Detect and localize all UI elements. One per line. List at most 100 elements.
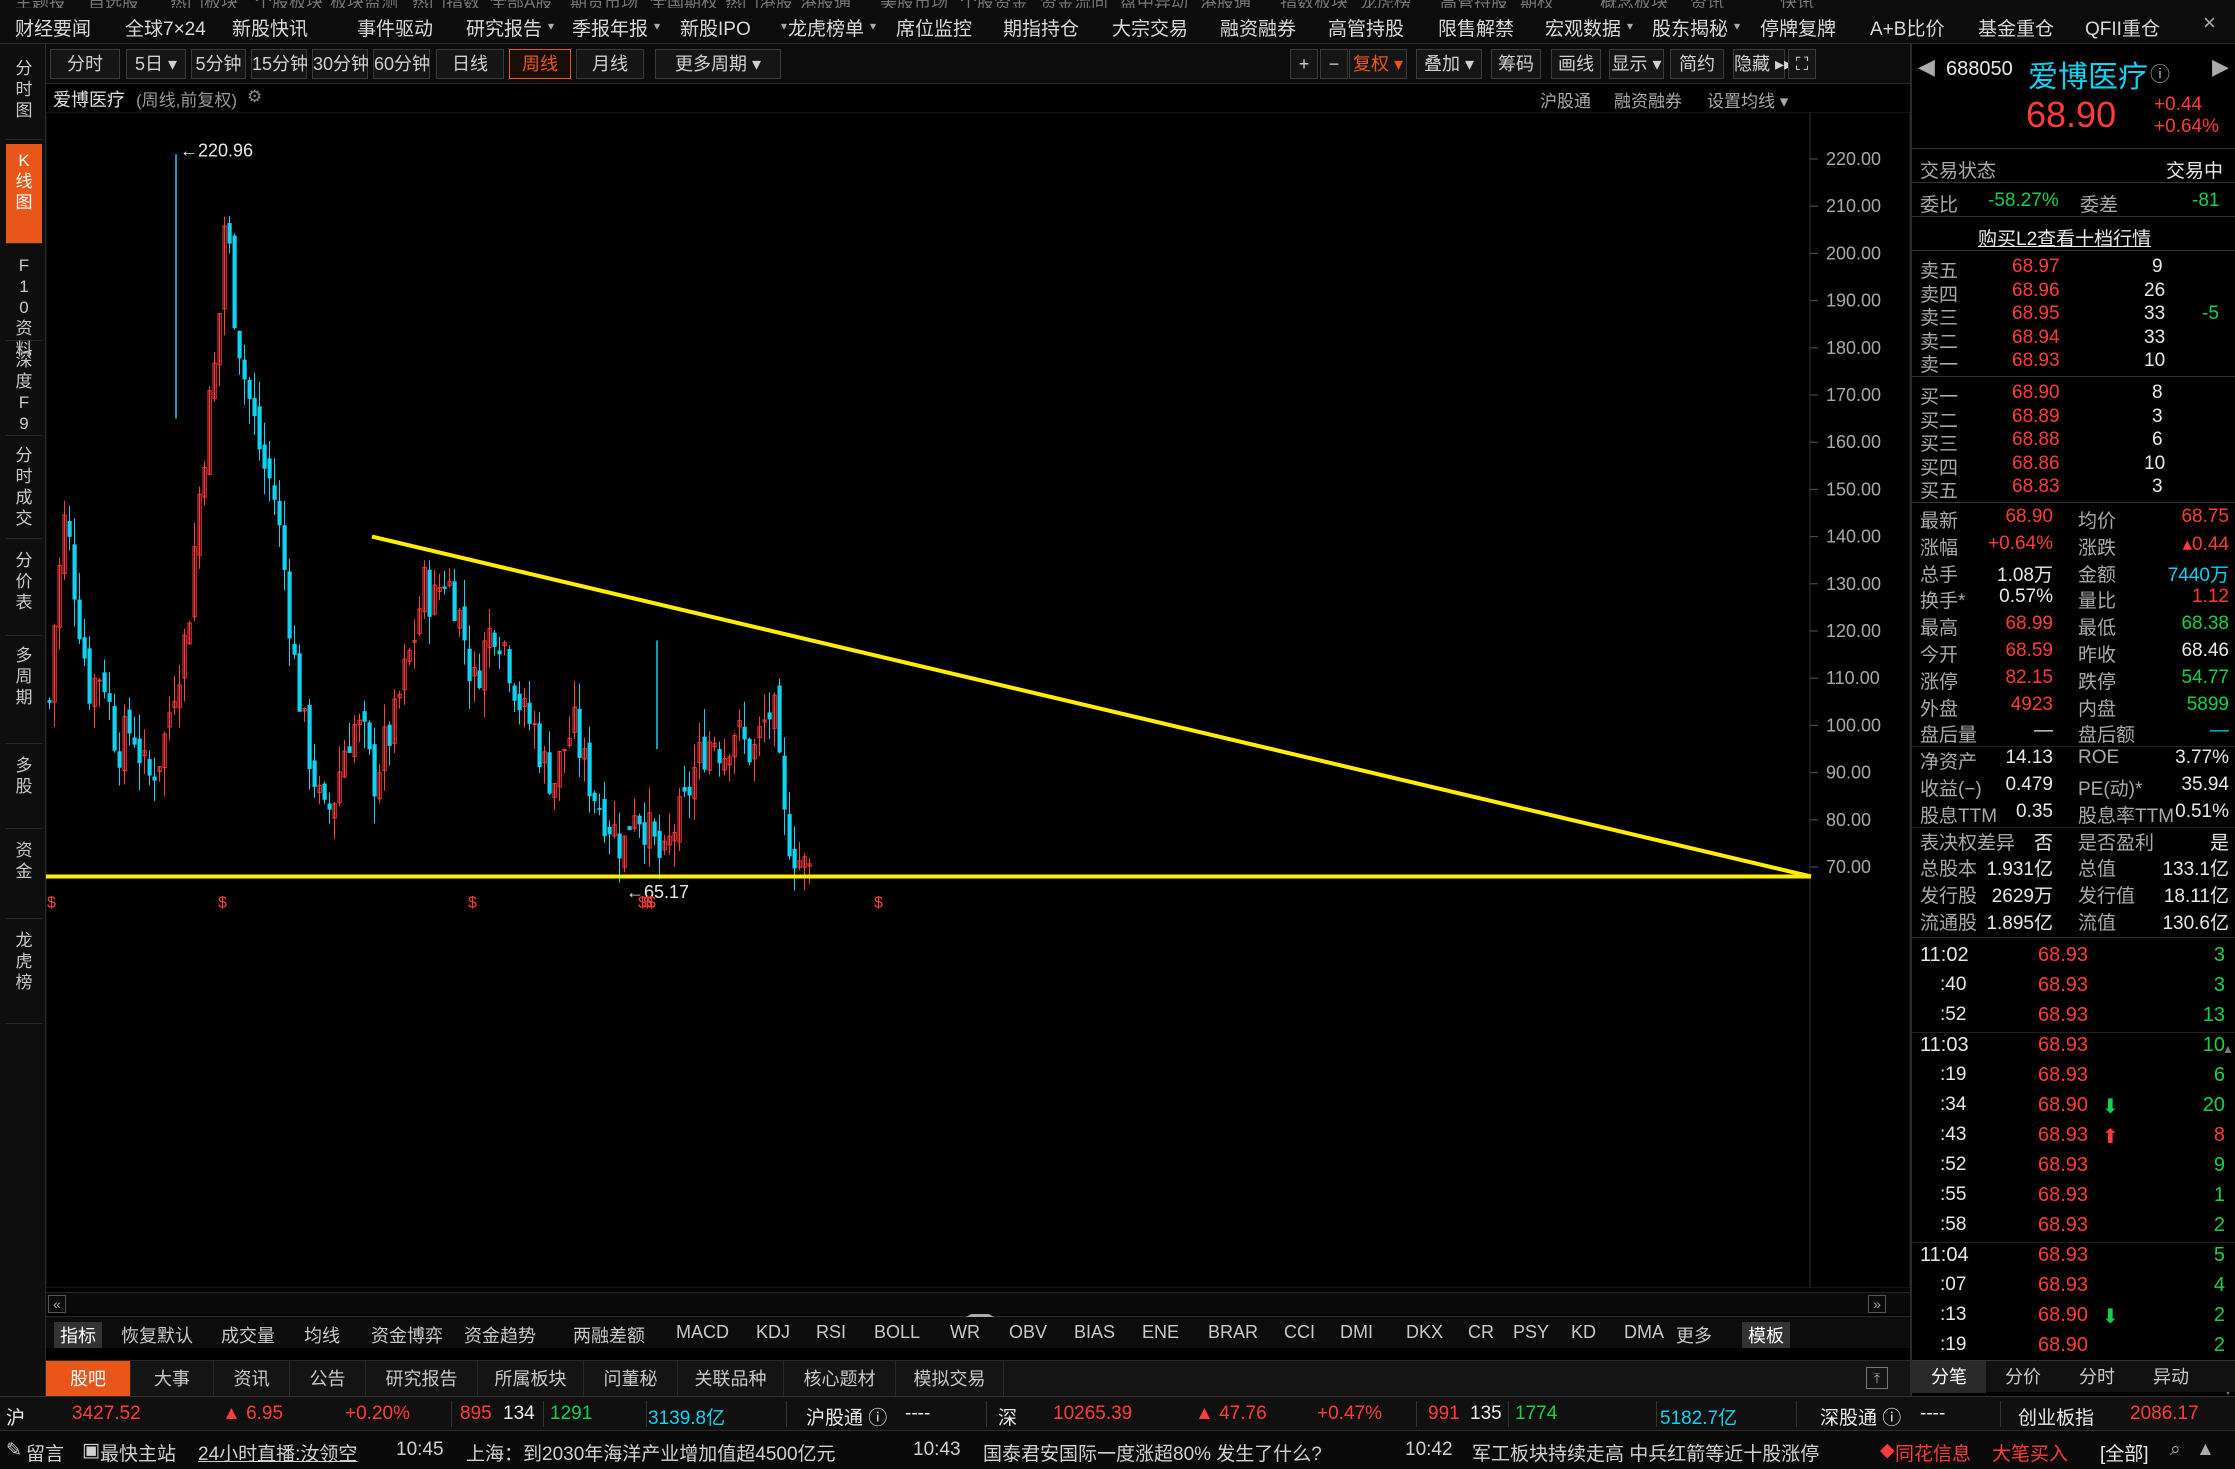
expand-arrow-icon[interactable]: ▲	[2196, 1439, 2215, 1461]
quote-tab[interactable]: 分笔	[1912, 1361, 1986, 1393]
chart-link[interactable]: 沪股通	[1540, 87, 1591, 112]
toolbar-btn[interactable]: 复权 ▾	[1349, 49, 1407, 79]
toolbar-btn[interactable]: +	[1290, 49, 1318, 79]
bottom-tab[interactable]: 问董秘	[584, 1361, 678, 1397]
top-menu-item[interactable]: 财经要闻	[15, 14, 91, 41]
scroll-up-icon[interactable]: ▲	[2222, 1042, 2234, 1056]
dividend-marker[interactable]: $	[643, 894, 652, 911]
left-tab-lhb[interactable]: 龙虎榜	[6, 924, 42, 1024]
left-tab-multi-period[interactable]: 多周期	[6, 639, 42, 744]
toolbar-btn[interactable]: ⛶	[1788, 49, 1816, 79]
toolbar-btn[interactable]: 简约	[1670, 49, 1724, 79]
quote-tab[interactable]: 异动	[2134, 1361, 2208, 1393]
index-sh-change[interactable]: ▲ 6.95	[222, 1403, 283, 1425]
period-tab[interactable]: 30分钟	[312, 49, 369, 79]
news-item[interactable]: 国泰君安国际一度涨超80% 发生了什么?	[983, 1439, 1322, 1466]
left-tab-multi-stock[interactable]: 多股	[6, 749, 42, 829]
indicator-tab[interactable]: 资金博弈	[371, 1322, 443, 1348]
top-menu-row0-item[interactable]: 美股市场	[880, 0, 948, 8]
bottom-tab[interactable]: 股吧	[46, 1361, 131, 1397]
indicator-tab[interactable]: DKX	[1406, 1322, 1443, 1343]
live-link[interactable]: 24小时直播:汝领空	[198, 1439, 357, 1466]
indicator-tab[interactable]: WR	[950, 1322, 980, 1343]
top-menu-row0-item[interactable]: 概念板块	[1600, 0, 1668, 8]
all-link[interactable]: [全部]	[2100, 1439, 2149, 1466]
chart-scrollbar[interactable]: «»	[46, 1292, 1910, 1314]
top-menu-row0-item[interactable]: 全部A股	[490, 0, 552, 8]
bottom-tab[interactable]: 所属板块	[478, 1361, 584, 1397]
indicator-tab[interactable]: BRAR	[1208, 1322, 1258, 1343]
indicator-tab[interactable]: KD	[1571, 1322, 1596, 1343]
index-hgt-value[interactable]: ----	[905, 1403, 930, 1425]
top-menu-row0-item[interactable]: 资讯	[1690, 0, 1724, 8]
top-menu-item[interactable]: 宏观数据	[1545, 14, 1621, 41]
top-menu-row0-item[interactable]: 指数板块	[1280, 0, 1348, 8]
search-icon[interactable]: ⌕	[2170, 1439, 2181, 1461]
message-link[interactable]: 留言	[26, 1439, 64, 1466]
indicator-tab[interactable]: 指标	[54, 1322, 102, 1348]
index-sz-pct[interactable]: +0.47%	[1317, 1403, 1382, 1425]
tonghua-info-link[interactable]: 同花信息	[1895, 1439, 1971, 1466]
top-menu-row0-item[interactable]: 快讯	[1780, 0, 1814, 8]
indicator-tab[interactable]: MACD	[676, 1322, 729, 1343]
index-cyb-value[interactable]: 2086.17	[2130, 1403, 2199, 1425]
resistance-trendline[interactable]	[371, 534, 1812, 879]
index-sz-up[interactable]: 991	[1428, 1403, 1460, 1425]
period-tab[interactable]: 日线	[436, 49, 504, 79]
toolbar-btn[interactable]: 画线	[1551, 49, 1601, 79]
top-menu-item[interactable]: 融资融券	[1220, 14, 1296, 41]
top-menu-item[interactable]: 事件驱动	[357, 14, 433, 41]
indicator-tab[interactable]: 两融差额	[573, 1322, 645, 1348]
top-menu-row0-item[interactable]: 全国期权	[650, 0, 718, 8]
top-menu-item[interactable]: 股东揭秘	[1652, 14, 1728, 41]
top-menu-row0-item[interactable]: 港股通	[1200, 0, 1251, 8]
top-menu-item[interactable]: A+B比价	[1870, 14, 1944, 41]
kline-chart[interactable]: 220.00 210.00 200.00 190.00 180.00 170.00 160.…	[46, 112, 1910, 1288]
toolbar-btn[interactable]: −	[1320, 49, 1348, 79]
indicator-tab[interactable]: RSI	[816, 1322, 846, 1343]
top-menu-row0-item[interactable]: 期权	[1520, 0, 1554, 8]
top-menu-row0-item[interactable]: 个股板块	[255, 0, 323, 8]
bottom-tab[interactable]: 公告	[290, 1361, 366, 1397]
index-sgt-label[interactable]: 深股通 ⓘ	[1820, 1403, 1901, 1430]
top-menu-item[interactable]: 新股IPO	[680, 14, 751, 41]
left-tab-f10[interactable]: F10资料	[6, 249, 42, 359]
next-stock-icon[interactable]: ▶	[2212, 54, 2229, 80]
period-tab[interactable]: 5日 ▾	[126, 49, 186, 79]
indicator-tab[interactable]: OBV	[1009, 1322, 1047, 1343]
top-menu-item[interactable]: 龙虎榜单	[788, 14, 864, 41]
bottom-tab[interactable]: 研究报告	[366, 1361, 478, 1397]
indicator-tab[interactable]: 资金趋势	[464, 1322, 536, 1348]
index-sh-amount[interactable]: 3139.8亿	[648, 1403, 725, 1430]
server-link[interactable]: 最快主站	[100, 1439, 176, 1466]
indicator-tab[interactable]: PSY	[1513, 1322, 1549, 1343]
bottom-tab[interactable]: 模拟交易	[896, 1361, 1004, 1397]
chart-link[interactable]: 设置均线 ▾	[1707, 87, 1788, 112]
indicator-tab[interactable]: CCI	[1284, 1322, 1315, 1343]
edit-icon[interactable]: ✎	[6, 1439, 22, 1462]
index-sh-down[interactable]: 1291	[550, 1403, 592, 1425]
period-tab[interactable]: 月线	[576, 49, 644, 79]
index-sh-flat[interactable]: 134	[503, 1403, 535, 1425]
left-tab-fenshi-deal[interactable]: 分时成交	[6, 439, 42, 539]
dividend-marker[interactable]: $	[218, 894, 227, 911]
index-sh-label[interactable]: 沪	[6, 1403, 25, 1430]
index-sh-pct[interactable]: +0.20%	[345, 1403, 410, 1425]
left-tab-fund[interactable]: 资金	[6, 834, 42, 919]
toolbar-btn[interactable]: 隐藏 ▸▸	[1733, 49, 1793, 79]
indicator-tab[interactable]: CR	[1468, 1322, 1494, 1343]
scroll-left-icon[interactable]: «	[48, 1295, 66, 1313]
prev-stock-icon[interactable]: ◀	[1918, 54, 1935, 80]
period-tab[interactable]: 15分钟	[251, 49, 308, 79]
top-menu-row0-item[interactable]: 龙虎榜	[1360, 0, 1411, 8]
index-sh-value[interactable]: 3427.52	[72, 1403, 141, 1425]
index-sz-down[interactable]: 1774	[1515, 1403, 1557, 1425]
quote-tab[interactable]: 分时	[2060, 1361, 2134, 1393]
indicator-tab[interactable]: BIAS	[1074, 1322, 1115, 1343]
bottom-tab[interactable]: 关联品种	[678, 1361, 784, 1397]
top-menu-row0-item[interactable]: 个股资金	[960, 0, 1028, 8]
big-buy-link[interactable]: 大笔买入	[1992, 1439, 2068, 1466]
news-item[interactable]: 军工板块持续走高 中兵红箭等近十股涨停	[1472, 1439, 1819, 1466]
top-menu-item[interactable]: 新股快讯	[232, 14, 308, 41]
top-menu-row0-item[interactable]: 高管持股	[1440, 0, 1508, 8]
